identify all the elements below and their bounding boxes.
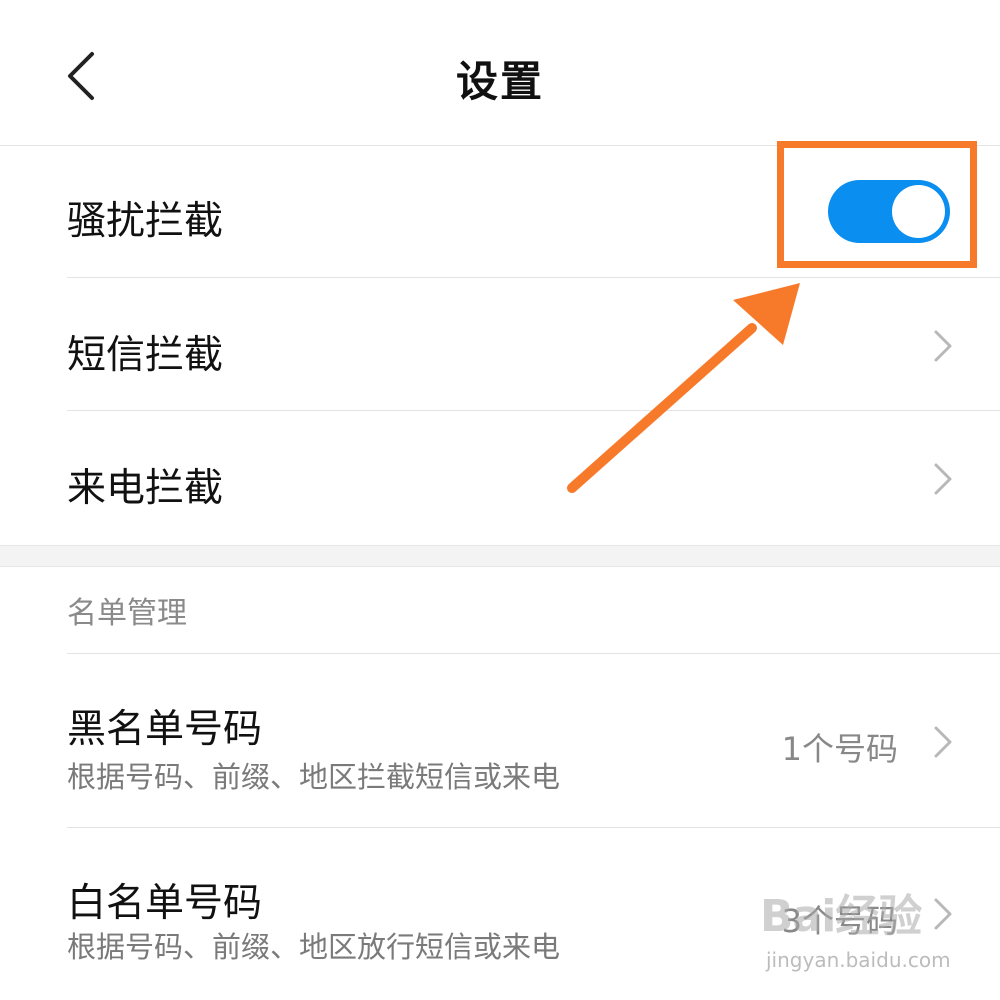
call-block-row[interactable]: 来电拦截 [0, 411, 1000, 545]
section-separator [0, 545, 1000, 567]
watermark-url: jingyan.baidu.com [766, 948, 951, 972]
whitelist-subtitle: 根据号码、前缀、地区放行短信或来电 [67, 930, 561, 964]
sms-block-label: 短信拦截 [67, 333, 224, 378]
harassment-block-label: 骚扰拦截 [67, 199, 224, 244]
chevron-right-icon [934, 330, 952, 362]
watermark: Bai经验 jingyan.baidu.com [760, 880, 970, 980]
whitelist-title: 白名单号码 [67, 881, 263, 926]
list-management-header: 名单管理 [67, 596, 187, 631]
top-bar: 设置 [0, 0, 1000, 146]
blacklist-subtitle: 根据号码、前缀、地区拦截短信或来电 [67, 760, 561, 794]
sms-block-row[interactable]: 短信拦截 [0, 278, 1000, 411]
page-title: 设置 [455, 57, 544, 106]
annotation-highlight-box [777, 141, 977, 268]
blacklist-title: 黑名单号码 [67, 707, 263, 752]
blacklist-count: 1个号码 [781, 730, 898, 768]
chevron-right-icon [934, 726, 952, 758]
blacklist-row[interactable]: 黑名单号码 根据号码、前缀、地区拦截短信或来电 1个号码 [0, 654, 1000, 827]
call-block-label: 来电拦截 [67, 466, 224, 511]
watermark-logo: Bai经验 [760, 891, 922, 942]
chevron-right-icon [934, 463, 952, 495]
